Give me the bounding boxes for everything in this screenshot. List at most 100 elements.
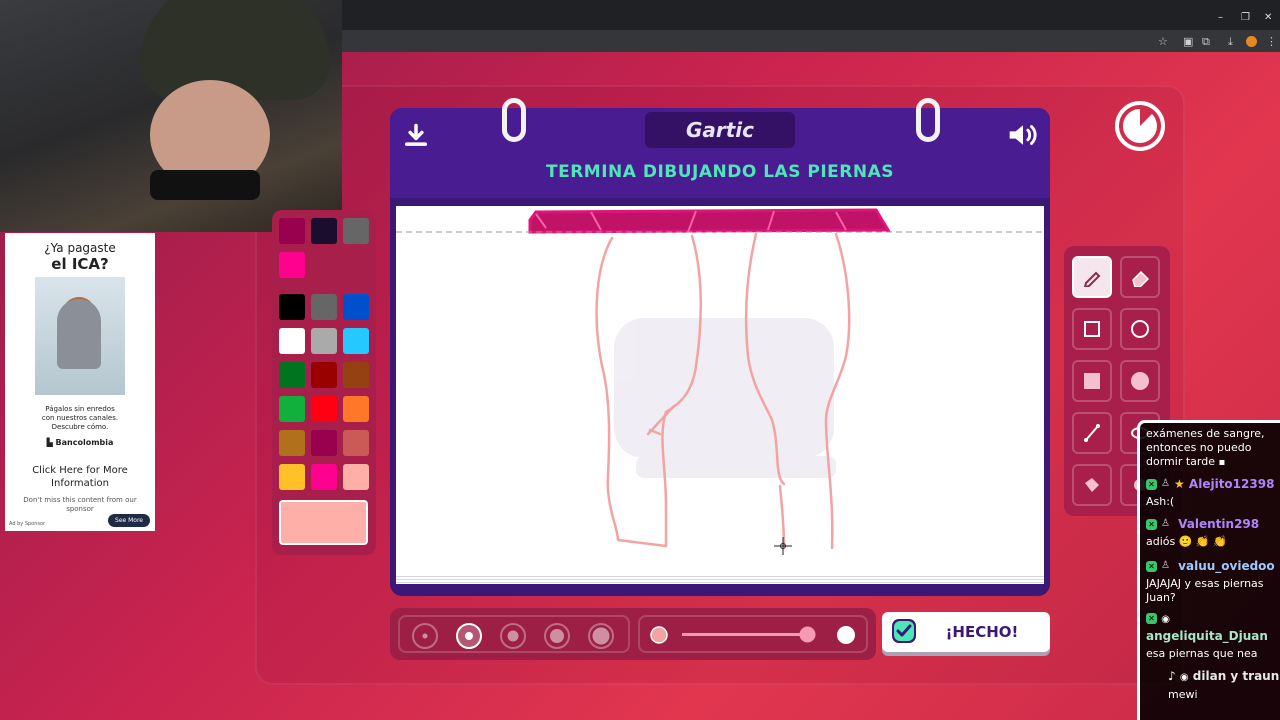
menu-kebab-icon[interactable]: ⋮ (1266, 35, 1277, 48)
ad-subtext: Don't miss this content from our sponsor (5, 496, 155, 514)
color-swatch[interactable] (343, 362, 369, 388)
tiktok-icon: ♪ (1168, 669, 1176, 683)
drawing-canvas[interactable] (396, 206, 1044, 574)
color-swatch[interactable] (279, 464, 305, 490)
ad-photo-person (57, 299, 101, 369)
brush-size-dot (422, 633, 428, 639)
color-swatch[interactable] (279, 362, 305, 388)
chat-message-text: mewi (1168, 687, 1198, 701)
profile-avatar[interactable] (1246, 36, 1257, 47)
mod-badge-icon: ✕ (1146, 561, 1157, 572)
ad-see-more-button[interactable]: See More (108, 514, 150, 527)
opacity-low-icon (650, 626, 668, 644)
ad-brand: ▙ Bancolombia (46, 438, 114, 448)
ad-body-line: con nuestros canales. (41, 414, 119, 423)
color-swatch[interactable] (311, 362, 337, 388)
webcam-microphone-shape (150, 170, 260, 200)
selected-color-swatch (279, 500, 368, 545)
extensions-icon[interactable]: ⧉ (1202, 35, 1210, 49)
chat-username[interactable]: dilan y traun (1193, 669, 1279, 683)
mod-badge-icon: ✕ (1146, 613, 1157, 624)
ad-cta-line: Click Here for More (32, 465, 128, 477)
fill-bucket-icon (1085, 478, 1099, 492)
chat-message-text: adiós 🙂 👏 👏 (1146, 535, 1227, 548)
downloads-icon[interactable]: ⤓ (1228, 35, 1233, 49)
opacity-slider-thumb[interactable] (799, 626, 816, 643)
chat-message: ✕ ♙ valuu_oviedoo JAJAJAJ y esas piernas … (1146, 559, 1280, 605)
rectangle-outline-icon (1084, 321, 1100, 337)
download-icon[interactable] (402, 122, 430, 150)
color-swatch[interactable] (311, 218, 337, 244)
chat-message-text: esa piernas que nea (1146, 646, 1258, 660)
color-swatch[interactable] (343, 464, 369, 490)
brush-controls (390, 608, 876, 660)
tool-eraser-button[interactable] (1120, 256, 1160, 298)
recent-color-swatch[interactable] (279, 252, 305, 278)
done-button[interactable]: ¡HECHO! (882, 612, 1050, 652)
chat-message: exámenes de sangre, entonces no puedo do… (1146, 427, 1280, 469)
color-swatch[interactable] (279, 218, 305, 244)
chat-username[interactable]: Alejito12398 (1189, 477, 1275, 491)
color-swatch[interactable] (279, 396, 305, 422)
tool-rectangle-outline-button[interactable] (1072, 308, 1112, 350)
opacity-high-icon (837, 626, 855, 644)
brush-size-dot (507, 630, 519, 642)
mod-badge-icon: ✕ (1146, 479, 1157, 490)
brush-size-5-button[interactable] (588, 623, 614, 649)
avatar-icon: ◉ (1179, 672, 1189, 683)
prompt-title: TERMINA DIBUJANDO LAS PIERNAS (545, 162, 894, 182)
color-swatch[interactable] (311, 396, 337, 422)
chat-message-text: Juan? (1146, 590, 1176, 604)
color-swatch[interactable] (343, 294, 369, 320)
rectangle-fill-icon (1084, 373, 1100, 389)
tool-pencil-button[interactable] (1072, 256, 1112, 298)
close-window-button[interactable]: ✕ (1264, 12, 1272, 23)
ad-body: Págalos sin enredos con nuestros canales… (5, 405, 155, 432)
tool-circle-outline-button[interactable] (1120, 308, 1160, 350)
color-swatch[interactable] (343, 328, 369, 354)
volume-icon[interactable] (1006, 120, 1040, 150)
maximize-button[interactable]: ❐ (1241, 12, 1250, 23)
color-swatch[interactable] (279, 328, 305, 354)
skirt-stroke (528, 208, 891, 234)
brush-size-3-button[interactable] (500, 623, 526, 649)
chat-username[interactable]: angeliquita_Djuan (1146, 629, 1268, 643)
binder-ring-right (916, 98, 940, 142)
chat-message: ♪ ◉ dilan y traun mewi (1146, 669, 1280, 701)
chat-username[interactable]: valuu_oviedoo (1178, 559, 1275, 573)
brush-size-4-button[interactable] (544, 623, 570, 649)
brush-size-2-button[interactable] (456, 623, 482, 649)
opacity-slider-group (638, 615, 868, 653)
gartic-phone-watermark (614, 318, 836, 478)
tool-circle-fill-button[interactable] (1120, 360, 1160, 402)
opacity-slider[interactable] (682, 626, 816, 643)
reading-mode-icon[interactable]: ▣ (1183, 35, 1193, 48)
color-swatch[interactable] (343, 218, 369, 244)
timer-icon (1115, 101, 1165, 151)
ad-footer: Ad by Sponsor (9, 521, 46, 527)
star-icon: ★ (1173, 477, 1185, 491)
tool-fill-bucket-button[interactable] (1072, 464, 1112, 506)
color-swatch[interactable] (311, 430, 337, 456)
color-swatch[interactable] (343, 430, 369, 456)
ad-cta[interactable]: Click Here for More Information (5, 465, 155, 490)
ad-cta-line: Information (51, 477, 109, 489)
color-swatch[interactable] (311, 328, 337, 354)
color-swatch[interactable] (311, 464, 337, 490)
browser-tab-strip (340, 0, 1280, 30)
tool-rectangle-fill-button[interactable] (1072, 360, 1112, 402)
minimize-button[interactable]: – (1218, 12, 1223, 23)
brush-size-1-button[interactable] (412, 623, 438, 649)
color-swatch[interactable] (311, 294, 337, 320)
color-swatch[interactable] (279, 294, 305, 320)
tool-line-button[interactable] (1072, 412, 1112, 454)
color-swatch[interactable] (279, 430, 305, 456)
ad-headline: el ICA? (51, 255, 109, 273)
chat-username[interactable]: Valentin298 (1178, 517, 1259, 531)
bookmark-star-icon[interactable]: ☆ (1158, 35, 1168, 48)
sponsor-ad[interactable]: ¿Ya pagaste el ICA? Págalos sin enredos … (5, 233, 155, 531)
brush-size-dot (592, 627, 610, 645)
ad-brand-name: Bancolombia (55, 438, 114, 448)
color-swatch[interactable] (343, 396, 369, 422)
drawing-board: Gartic TERMINA DIBUJANDO LAS PIERNAS (390, 98, 1050, 596)
